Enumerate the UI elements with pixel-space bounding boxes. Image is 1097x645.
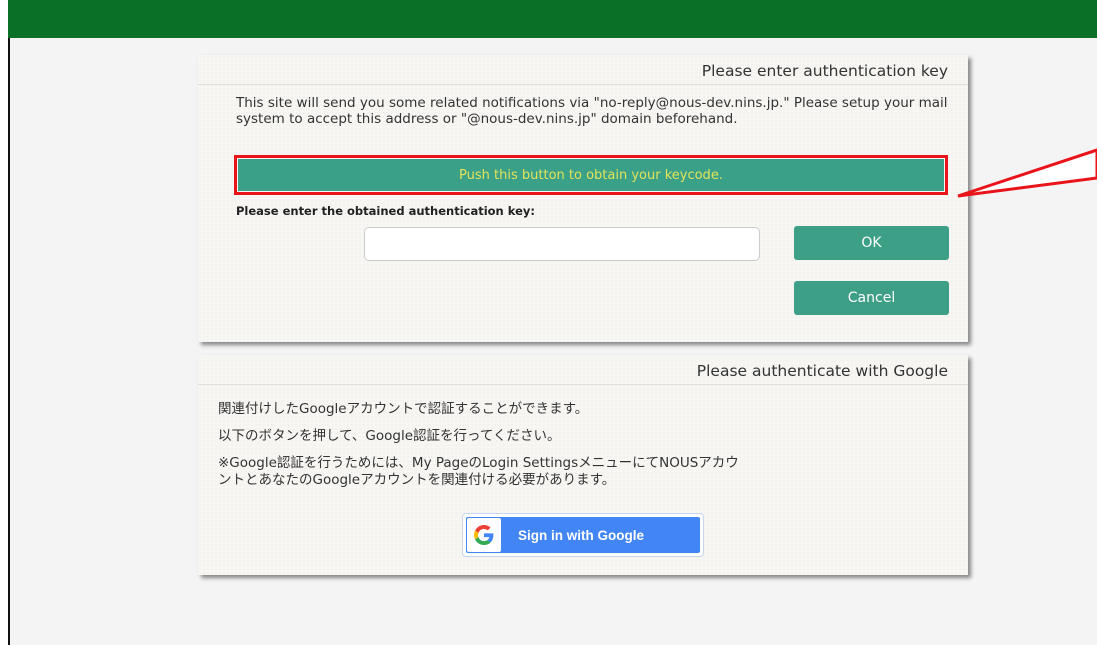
title-divider bbox=[198, 384, 968, 385]
ok-button[interactable]: OK bbox=[794, 226, 949, 260]
auth-key-panel: Please enter authentication key This sit… bbox=[198, 55, 968, 342]
auth-key-label: Please enter the obtained authentication… bbox=[236, 204, 535, 218]
sign-in-with-google-label: Sign in with Google bbox=[518, 527, 644, 543]
google-auth-panel: Please authenticate with Google 関連付けしたGo… bbox=[198, 355, 968, 575]
google-info-line-3b: ントとあなたのGoogleアカウントを関連付ける必要があります。 bbox=[218, 472, 616, 488]
auth-key-input[interactable] bbox=[364, 227, 760, 261]
google-panel-title: Please authenticate with Google bbox=[696, 362, 948, 380]
auth-key-panel-title: Please enter authentication key bbox=[701, 62, 948, 80]
title-divider bbox=[198, 84, 968, 85]
sign-in-with-google-button[interactable]: Sign in with Google bbox=[462, 513, 704, 557]
google-button-body: Sign in with Google bbox=[466, 517, 700, 553]
cancel-button[interactable]: Cancel bbox=[794, 281, 949, 315]
google-g-icon bbox=[467, 518, 501, 552]
obtain-keycode-button[interactable]: Push this button to obtain your keycode. bbox=[238, 159, 944, 191]
callout-arrow bbox=[957, 148, 1097, 198]
mail-notice-text: This site will send you some related not… bbox=[236, 95, 948, 127]
top-header-bar bbox=[8, 0, 1097, 38]
google-info-line-2: 以下のボタンを押して、Google認証を行ってください。 bbox=[218, 428, 561, 444]
google-info-line-1: 関連付けしたGoogleアカウントで認証することができます。 bbox=[218, 401, 589, 417]
google-info-line-3a: ※Google認証を行うためには、My PageのLogin Settingsメ… bbox=[218, 455, 739, 471]
